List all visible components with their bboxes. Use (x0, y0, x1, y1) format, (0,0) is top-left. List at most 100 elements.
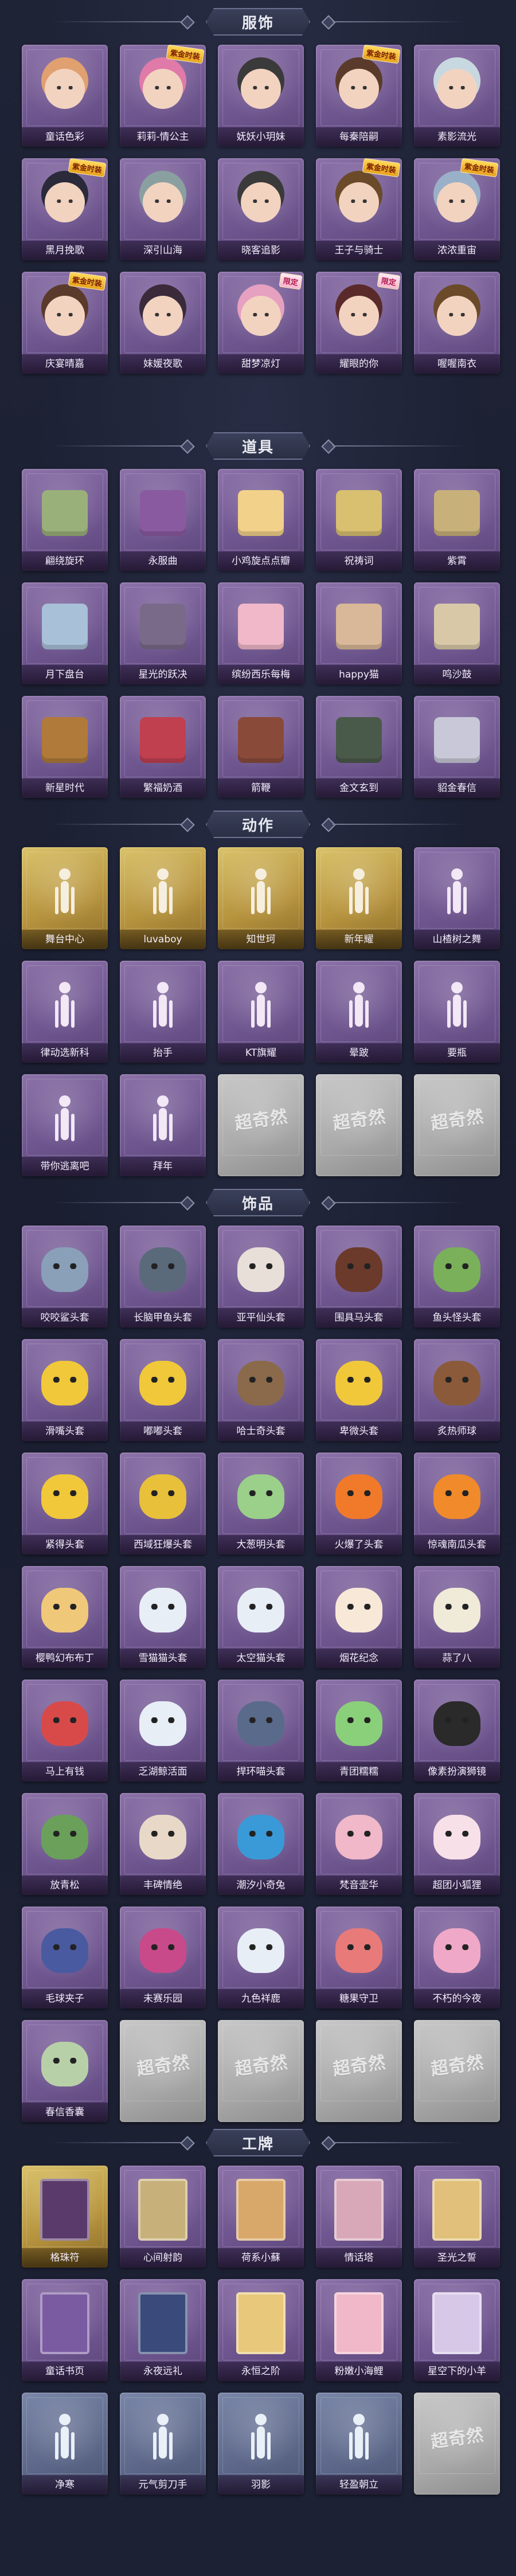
item-card[interactable]: 金文玄到 (316, 696, 402, 798)
item-card[interactable]: 晓客追影 (218, 158, 304, 260)
item-card[interactable]: 妹媛夜歌 (120, 272, 206, 374)
item-card[interactable]: 超团小狐狸 (414, 1793, 500, 1895)
item-card[interactable]: 轻盈朝立 (316, 2393, 402, 2495)
item-card[interactable]: 超奇然 (316, 1074, 402, 1176)
item-card[interactable]: 新星时代 (22, 696, 108, 798)
item-card[interactable]: 丰碑情绝 (120, 1793, 206, 1895)
item-card[interactable]: 限定 甜梦凉灯 (218, 272, 304, 374)
section-title[interactable]: 服饰 (206, 8, 310, 36)
item-card[interactable]: 月下盘台 (22, 582, 108, 684)
item-card[interactable]: 紫金时装 莉莉-情公主 (120, 45, 206, 147)
item-card[interactable]: KT旗耀 (218, 961, 304, 1063)
item-card[interactable]: 超奇然 (316, 2020, 402, 2122)
item-card[interactable]: 星光的跃决 (120, 582, 206, 684)
item-card[interactable]: 放青松 (22, 1793, 108, 1895)
item-card[interactable]: 嘟嘟头套 (120, 1339, 206, 1441)
item-card[interactable]: 亚平仙头套 (218, 1226, 304, 1328)
item-card[interactable]: 蒜了八 (414, 1566, 500, 1668)
item-card[interactable]: 咬咬鲨头套 (22, 1226, 108, 1328)
item-card[interactable]: 紫金时装 庆宴晴嘉 (22, 272, 108, 374)
item-card[interactable]: 素影流光 (414, 45, 500, 147)
item-card[interactable]: 超奇然 (120, 2020, 206, 2122)
item-card[interactable]: 超奇然 (218, 2020, 304, 2122)
item-card[interactable]: 翩绕旋环 (22, 469, 108, 571)
item-card[interactable]: 潮汐小奇兔 (218, 1793, 304, 1895)
item-card[interactable]: 西域狂爆头套 (120, 1453, 206, 1555)
section-title[interactable]: 动作 (206, 811, 310, 838)
item-card[interactable]: 晕跛 (316, 961, 402, 1063)
item-card[interactable]: luvaboy (120, 847, 206, 949)
item-card[interactable]: 马上有钱 (22, 1680, 108, 1782)
item-card[interactable]: 卑微头套 (316, 1339, 402, 1441)
item-card[interactable]: 超奇然 (414, 1074, 500, 1176)
item-card[interactable]: 永服曲 (120, 469, 206, 571)
item-card[interactable]: 捍环喵头套 (218, 1680, 304, 1782)
item-card[interactable]: 惊魂南瓜头套 (414, 1453, 500, 1555)
section-title[interactable]: 道具 (206, 432, 310, 460)
item-card[interactable]: 烟花纪念 (316, 1566, 402, 1668)
item-card[interactable]: 毛球夹子 (22, 1906, 108, 2009)
item-card[interactable]: 樱鸭幻布布丁 (22, 1566, 108, 1668)
item-card[interactable]: 超奇然 (414, 2020, 500, 2122)
item-card[interactable]: 深引山海 (120, 158, 206, 260)
item-card[interactable]: 童话书页 (22, 2279, 108, 2381)
item-card[interactable]: 缤纷西乐每梅 (218, 582, 304, 684)
item-card[interactable]: 羽影 (218, 2393, 304, 2495)
item-card[interactable]: 太空猫头套 (218, 1566, 304, 1668)
item-card[interactable]: 紫金时装 王子与骑士 (316, 158, 402, 260)
item-card[interactable]: 繁福奶酒 (120, 696, 206, 798)
item-card[interactable]: 超奇然 (218, 1074, 304, 1176)
item-card[interactable]: 情话塔 (316, 2166, 402, 2268)
item-card[interactable]: 祝祷词 (316, 469, 402, 571)
item-card[interactable]: 长脑甲鱼头套 (120, 1226, 206, 1328)
item-card[interactable]: 鸣沙鼓 (414, 582, 500, 684)
item-card[interactable]: 青团糯糯 (316, 1680, 402, 1782)
item-card[interactable]: 限定 耀眼的你 (316, 272, 402, 374)
item-card[interactable]: 荷系小蘇 (218, 2166, 304, 2268)
item-card[interactable]: 糖果守卫 (316, 1906, 402, 2009)
item-card[interactable]: 永夜远礼 (120, 2279, 206, 2381)
item-card[interactable]: 永恒之阶 (218, 2279, 304, 2381)
item-card[interactable]: 哈士奇头套 (218, 1339, 304, 1441)
item-card[interactable]: 不朽的今夜 (414, 1906, 500, 2009)
item-card[interactable]: 乏湖鲸活面 (120, 1680, 206, 1782)
item-card[interactable]: 妩妖小玥妹 (218, 45, 304, 147)
item-card[interactable]: 格珠符 (22, 2166, 108, 2268)
item-card[interactable]: 鱼头怪头套 (414, 1226, 500, 1328)
item-card[interactable]: 紫金时装 黑月挽歌 (22, 158, 108, 260)
item-card[interactable]: 紫金时装 每秦陪嗣 (316, 45, 402, 147)
item-card[interactable]: 知世珂 (218, 847, 304, 949)
item-card[interactable]: 滑嘴头套 (22, 1339, 108, 1441)
item-card[interactable]: 元气剪刀手 (120, 2393, 206, 2495)
item-card[interactable]: 围具马头套 (316, 1226, 402, 1328)
item-card[interactable]: 童话色彩 (22, 45, 108, 147)
section-title[interactable]: 工牌 (206, 2129, 310, 2156)
item-card[interactable]: 九色祥鹿 (218, 1906, 304, 2009)
item-card[interactable]: 火爆了头套 (316, 1453, 402, 1555)
item-card[interactable]: 紫金时装 浓浓重宙 (414, 158, 500, 260)
item-card[interactable]: 炙热师球 (414, 1339, 500, 1441)
item-card[interactable]: 净寒 (22, 2393, 108, 2495)
item-card[interactable]: 带你逃离吧 (22, 1074, 108, 1176)
item-card[interactable]: 紫霄 (414, 469, 500, 571)
item-card[interactable]: 星空下的小羊 (414, 2279, 500, 2381)
item-card[interactable]: 超奇然 (414, 2393, 500, 2495)
item-card[interactable]: 大葱明头套 (218, 1453, 304, 1555)
item-card[interactable]: 圣光之誓 (414, 2166, 500, 2268)
item-card[interactable]: 箭鞭 (218, 696, 304, 798)
item-card[interactable]: 小鸡旋点点瓣 (218, 469, 304, 571)
item-card[interactable]: 梵音壶华 (316, 1793, 402, 1895)
item-card[interactable]: 拜年 (120, 1074, 206, 1176)
item-card[interactable]: 未赛乐园 (120, 1906, 206, 2009)
item-card[interactable]: 要瓶 (414, 961, 500, 1063)
item-card[interactable]: 春信香囊 (22, 2020, 108, 2122)
item-card[interactable]: 心间射韵 (120, 2166, 206, 2268)
item-card[interactable]: 貂金春信 (414, 696, 500, 798)
item-card[interactable]: 新年耀 (316, 847, 402, 949)
item-card[interactable]: 喔喔南衣 (414, 272, 500, 374)
section-title[interactable]: 饰品 (206, 1189, 310, 1216)
item-card[interactable]: 粉嫩小海鲤 (316, 2279, 402, 2381)
item-card[interactable]: 雪猫猫头套 (120, 1566, 206, 1668)
item-card[interactable]: 舞台中心 (22, 847, 108, 949)
item-card[interactable]: happy猫 (316, 582, 402, 684)
